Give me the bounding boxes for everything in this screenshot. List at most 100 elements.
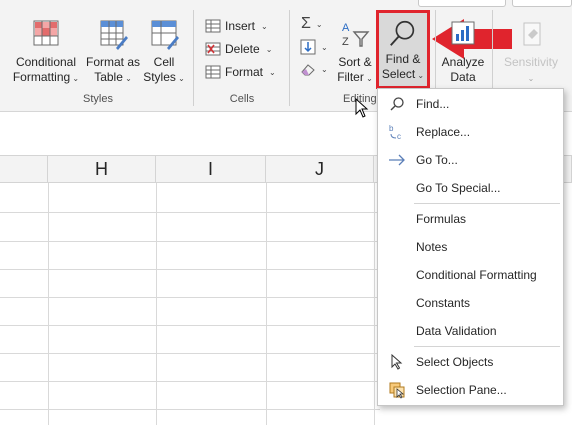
svg-text:c: c: [397, 132, 401, 141]
menu-item-label: Notes: [416, 240, 448, 254]
cell-styles-button[interactable]: Cell Styles ⌄: [142, 18, 186, 86]
chevron-down-icon: ⌄: [175, 74, 185, 83]
menu-separator: [414, 203, 560, 204]
conditional-formatting-button[interactable]: Conditional Formatting ⌄: [10, 18, 82, 86]
sensitivity-line1: Sensitivity: [503, 55, 559, 69]
grid-line: [0, 381, 380, 382]
menu-item-label: Conditional Formatting: [416, 268, 537, 282]
conditional-formatting-line2: Formatting: [12, 70, 71, 84]
menu-item-label: Replace...: [416, 125, 471, 139]
chevron-down-icon: ⌄: [70, 74, 80, 83]
fill-button[interactable]: ⌄: [300, 39, 328, 55]
sensitivity-button[interactable]: Sensitivity ⌄: [500, 18, 562, 86]
grid-line: [156, 183, 157, 425]
cell-styles-line2-wrap: Styles ⌄: [143, 70, 185, 86]
sensitivity-caret-wrap: ⌄: [528, 70, 535, 86]
menu-item-label: Select Objects: [416, 355, 494, 369]
column-header-h[interactable]: H: [48, 155, 156, 183]
format-as-table-button[interactable]: Format as Table ⌄: [86, 18, 140, 86]
sort-filter-line2: Filter: [337, 70, 364, 84]
styles-group-label: Styles: [83, 93, 113, 105]
cell-styles-line1: Cell: [153, 55, 175, 69]
analyze-data-button[interactable]: Analyze Data: [440, 18, 486, 85]
chevron-down-icon: ⌄: [321, 64, 328, 74]
insert-label: Insert: [225, 19, 256, 33]
grid-line: [0, 297, 380, 298]
grid-line: [266, 183, 267, 425]
column-header-i[interactable]: I: [156, 155, 266, 183]
chevron-down-icon: ⌄: [122, 74, 132, 83]
grid-line: [0, 212, 380, 213]
conditional-formatting-line2-wrap: Formatting ⌄: [13, 70, 79, 86]
eraser-icon: [301, 64, 315, 76]
format-as-table-line1: Format as: [86, 55, 141, 69]
comments-button[interactable]: [418, 0, 506, 7]
clear-button[interactable]: ⌄: [300, 62, 328, 76]
sort-filter-button[interactable]: A Z Sort & Filter ⌄: [335, 18, 375, 86]
menu-item-label: Formulas: [416, 212, 467, 226]
group-separator: [193, 10, 194, 106]
fill-down-icon: [300, 39, 316, 55]
selection-pane-icon: [388, 381, 406, 399]
menu-item-go-to-special[interactable]: Go To Special...: [378, 175, 563, 201]
menu-item-replace[interactable]: bc Replace...: [378, 119, 563, 145]
share-button[interactable]: [512, 0, 572, 7]
svg-text:A: A: [342, 22, 350, 34]
column-header-g[interactable]: [0, 155, 48, 183]
menu-item-label: Find...: [416, 97, 450, 111]
delete-button[interactable]: Delete ⌄: [205, 39, 272, 59]
group-separator: [289, 10, 290, 106]
menu-item-label: Data Validation: [416, 324, 497, 338]
find-select-button[interactable]: Find & Select ⌄: [376, 10, 430, 89]
menu-item-conditional-formatting[interactable]: Conditional Formatting: [378, 262, 563, 288]
column-label: H: [95, 158, 108, 179]
autosum-button[interactable]: Σ ⌄: [301, 15, 323, 33]
menu-item-label: Go To...: [416, 153, 458, 167]
menu-item-data-validation[interactable]: Data Validation: [378, 318, 563, 344]
menu-item-select-objects[interactable]: Select Objects: [378, 349, 563, 375]
menu-item-go-to[interactable]: Go To...: [378, 147, 563, 173]
cell-styles-icon: [151, 20, 179, 50]
menu-item-formulas[interactable]: Formulas: [378, 206, 563, 232]
column-label: I: [207, 158, 213, 179]
chevron-down-icon: ⌄: [315, 19, 323, 29]
insert-button[interactable]: Insert ⌄: [205, 16, 268, 36]
grid-line: [0, 353, 380, 354]
chevron-down-icon: ⌄: [269, 67, 276, 77]
sort-filter-line2-wrap: Filter ⌄: [337, 70, 373, 86]
cell-styles-line2: Styles: [143, 70, 176, 84]
format-as-table-icon: [100, 20, 128, 50]
menu-item-label: Selection Pane...: [416, 383, 507, 397]
grid-line: [0, 409, 380, 410]
analyze-data-icon: [451, 21, 475, 45]
sort-filter-icon: A Z: [342, 22, 370, 48]
menu-item-selection-pane[interactable]: Selection Pane...: [378, 377, 563, 403]
search-icon: [388, 95, 406, 113]
menu-item-constants[interactable]: Constants: [378, 290, 563, 316]
sigma-icon: Σ: [301, 15, 311, 32]
menu-item-find[interactable]: Find...: [378, 91, 563, 117]
delete-cells-icon: [205, 42, 221, 56]
find-select-line2-wrap: Select ⌄: [382, 67, 424, 83]
grid-line: [374, 183, 375, 425]
chevron-down-icon: ⌄: [415, 71, 425, 80]
svg-text:Z: Z: [342, 36, 349, 48]
menu-item-notes[interactable]: Notes: [378, 234, 563, 260]
menu-item-label: Constants: [416, 296, 471, 310]
find-select-line1: Find &: [385, 52, 421, 66]
column-label: J: [315, 158, 324, 179]
grid-line: [0, 269, 380, 270]
format-button[interactable]: Format ⌄: [205, 62, 276, 82]
arrow-right-icon: [388, 151, 406, 169]
insert-cells-icon: [205, 19, 221, 33]
delete-label: Delete: [225, 42, 260, 56]
grid-line: [48, 183, 49, 425]
analyze-data-line2: Data: [450, 70, 476, 84]
mouse-cursor-icon: [355, 98, 369, 118]
menu-item-label: Go To Special...: [416, 181, 501, 195]
menu-separator: [414, 346, 560, 347]
replace-icon: bc: [388, 123, 406, 141]
column-header-j[interactable]: J: [266, 155, 374, 183]
sensitivity-icon: [523, 22, 541, 46]
conditional-formatting-line1: Conditional: [15, 55, 77, 69]
